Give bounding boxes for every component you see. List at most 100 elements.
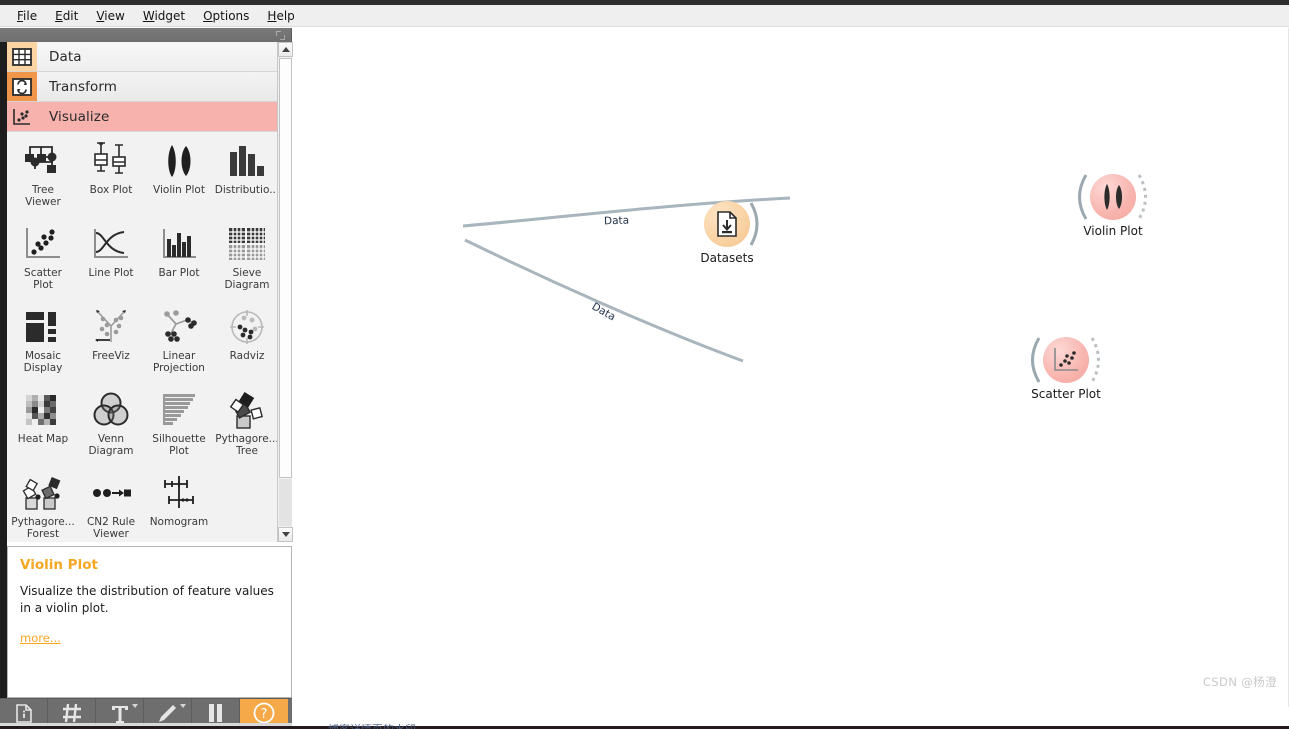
scatter-plot-icon <box>1054 348 1078 371</box>
description-more-link[interactable]: more... <box>20 631 61 645</box>
widget-radviz[interactable]: Radviz <box>213 303 281 386</box>
workflow-canvas[interactable]: Datasets Violin Plot Scatter Plot Data D… <box>293 28 1289 707</box>
menu-item-view[interactable]: View <box>87 7 133 25</box>
toolbox-category-data-label: Data <box>49 48 82 65</box>
widget-venn-diagram-label: Venn Diagram <box>88 433 134 457</box>
widget-pythagorean-tree-label: Pythagore... Tree <box>215 433 279 457</box>
widget-venn-diagram[interactable]: Venn Diagram <box>77 386 145 469</box>
transform-icon <box>7 72 37 101</box>
description-title: Violin Plot <box>20 557 98 573</box>
widget-description-panel: Violin Plot Visualize the distribution o… <box>7 546 292 698</box>
widget-box-plot-label: Box Plot <box>89 184 133 196</box>
menu-item-file[interactable]: File <box>8 7 46 25</box>
radviz-icon <box>224 306 270 348</box>
toolbox-category-visualize-label: Visualize <box>49 108 110 125</box>
menu-item-widget[interactable]: Widget <box>134 7 194 25</box>
node-violin-plot-body[interactable] <box>1053 171 1173 223</box>
widget-pythagorean-forest[interactable]: Pythagore... Forest <box>9 469 77 542</box>
pythagorean-tree-icon <box>224 389 270 431</box>
venn-diagram-icon <box>88 389 134 431</box>
toolbox-scrollbar[interactable] <box>277 42 293 542</box>
scrollbar-track[interactable] <box>279 479 292 526</box>
menu-item-options[interactable]: Options <box>194 7 258 25</box>
toolbox-dock-titlebar[interactable] <box>0 28 292 42</box>
scrollbar-thumb[interactable] <box>279 58 292 478</box>
widget-pythagorean-tree[interactable]: Pythagore... Tree <box>213 386 281 469</box>
violin-output-anchor[interactable] <box>1135 171 1157 223</box>
toolbox-category-data[interactable]: Data <box>7 42 291 72</box>
scatter-input-anchor[interactable] <box>1022 334 1044 386</box>
scatter-output-anchor[interactable] <box>1088 334 1110 386</box>
scroll-up-arrow[interactable] <box>278 42 293 57</box>
widget-freeviz[interactable]: FreeViz <box>77 303 145 386</box>
menu-item-edit[interactable]: Edit <box>46 7 87 25</box>
pythagorean-forest-icon <box>20 472 66 514</box>
widget-mosaic-display[interactable]: Mosaic Display <box>9 303 77 386</box>
node-datasets-body[interactable] <box>667 198 787 250</box>
widget-bar-plot[interactable]: Bar Plot <box>145 220 213 303</box>
box-plot-icon <box>88 140 134 182</box>
widget-linear-projection-label: Linear Projection <box>153 350 205 374</box>
node-violin-plot[interactable]: Violin Plot <box>1053 171 1173 238</box>
widget-toolbox: Data Transform Visualize Tree Viewer Box… <box>7 42 292 542</box>
menu-item-help[interactable]: Help <box>258 7 303 25</box>
undock-icon[interactable] <box>276 31 285 40</box>
widget-violin-plot[interactable]: Violin Plot <box>145 137 213 220</box>
widget-linear-projection[interactable]: Linear Projection <box>145 303 213 386</box>
widget-distributions[interactable]: Distributio... <box>213 137 281 220</box>
linear-projection-icon <box>156 306 202 348</box>
violin-input-anchor[interactable] <box>1069 171 1091 223</box>
widget-nomogram[interactable]: Nomogram <box>145 469 213 542</box>
widget-silhouette-plot-label: Silhouette Plot <box>152 433 206 457</box>
sieve-diagram-icon <box>224 223 270 265</box>
description-text: Visualize the distribution of feature va… <box>20 584 274 615</box>
toolbox-category-transform[interactable]: Transform <box>7 72 291 102</box>
orange-data-mining-window: File Edit View Widget Options Help Datas… <box>0 0 1289 729</box>
datasets-download-icon <box>717 211 737 237</box>
document-info-icon <box>15 703 32 723</box>
widget-cn2-rule-viewer[interactable]: CN2 Rule Viewer <box>77 469 145 542</box>
widget-cn2-rule-viewer-label: CN2 Rule Viewer <box>86 516 136 540</box>
widget-freeviz-label: FreeViz <box>92 350 130 362</box>
widget-bar-plot-label: Bar Plot <box>158 267 200 279</box>
node-scatter-plot-body[interactable] <box>1006 334 1126 386</box>
widget-grid: Tree Viewer Box Plot Violin Plot Distrib… <box>7 132 284 542</box>
link-label-data-violin: Data <box>603 214 630 228</box>
datasets-output-anchor[interactable] <box>747 198 771 250</box>
widget-heat-map[interactable]: Heat Map <box>9 386 77 469</box>
table-icon <box>7 42 37 71</box>
mosaic-display-icon <box>20 306 66 348</box>
widget-pythagorean-forest-label: Pythagore... Forest <box>11 516 75 540</box>
description-left-edge <box>0 538 7 698</box>
toolbox-category-visualize[interactable]: Visualize <box>7 102 291 132</box>
datasets-node-circle[interactable] <box>704 201 750 247</box>
scatter-icon <box>7 102 37 131</box>
tree-viewer-icon <box>20 140 66 182</box>
hash-grid-icon <box>62 703 81 723</box>
widget-line-plot[interactable]: Line Plot <box>77 220 145 303</box>
pause-icon <box>209 704 222 722</box>
node-datasets-label: Datasets <box>700 251 754 265</box>
watermark: CSDN @杨澄 <box>1202 675 1277 689</box>
scatter-node-circle[interactable] <box>1043 337 1089 383</box>
node-scatter-plot[interactable]: Scatter Plot <box>1006 334 1126 401</box>
widget-scatter-plot-label: Scatter Plot <box>24 267 62 291</box>
violin-node-circle[interactable] <box>1090 174 1136 220</box>
question-mark-icon: ? <box>253 702 275 724</box>
widget-scatter-plot[interactable]: Scatter Plot <box>9 220 77 303</box>
widget-nomogram-label: Nomogram <box>149 516 209 528</box>
svg-text:?: ? <box>261 707 268 722</box>
widget-tree-viewer-label: Tree Viewer <box>25 184 61 208</box>
pencil-icon <box>159 704 176 722</box>
scroll-down-arrow[interactable] <box>278 527 293 542</box>
widget-tree-viewer[interactable]: Tree Viewer <box>9 137 77 220</box>
node-scatter-plot-label: Scatter Plot <box>1031 387 1101 401</box>
node-violin-plot-label: Violin Plot <box>1083 224 1143 238</box>
chevron-down-icon[interactable] <box>180 704 186 708</box>
widget-sieve-diagram[interactable]: Sieve Diagram <box>213 220 281 303</box>
widget-box-plot[interactable]: Box Plot <box>77 137 145 220</box>
widget-silhouette-plot[interactable]: Silhouette Plot <box>145 386 213 469</box>
violin-plot-icon <box>1104 184 1122 210</box>
node-datasets[interactable]: Datasets <box>667 198 787 265</box>
chevron-down-icon[interactable] <box>132 704 138 708</box>
